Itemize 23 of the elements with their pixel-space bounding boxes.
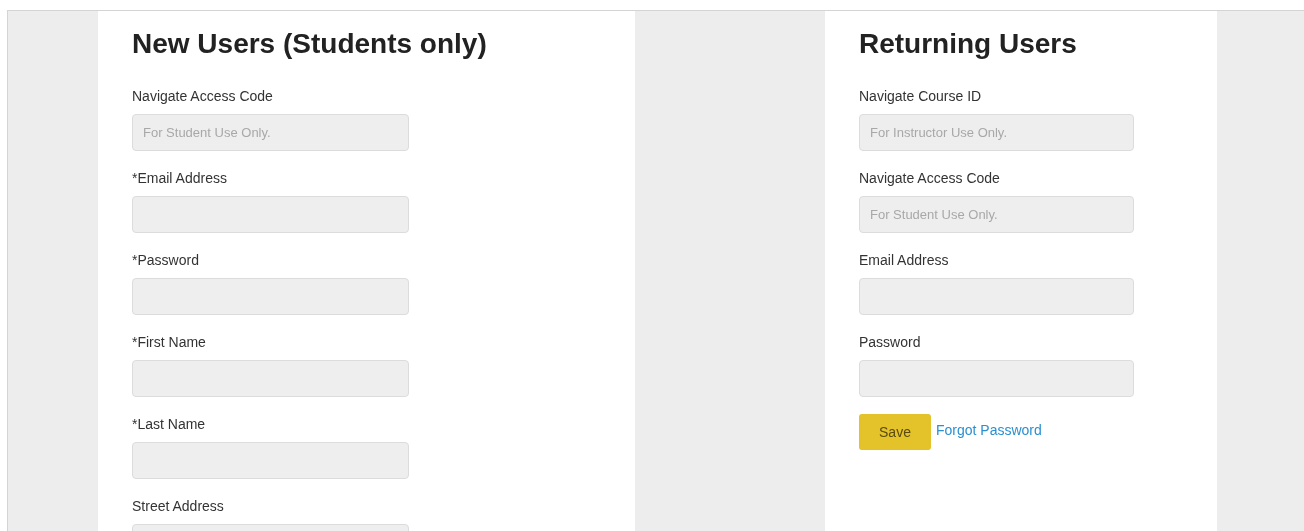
field-label: Street Address	[132, 497, 224, 516]
panel-title: New Users (Students only)	[132, 28, 488, 60]
field-label: *Last Name	[132, 415, 206, 434]
input-field[interactable]: For Student Use Only.	[859, 196, 1134, 233]
input-field[interactable]	[132, 360, 409, 397]
panel-title: Returning Users	[859, 28, 1078, 60]
input-field[interactable]	[132, 442, 409, 479]
field-label: Navigate Course ID	[859, 87, 982, 106]
field-label: *First Name	[132, 333, 206, 352]
field-label: Navigate Access Code	[132, 87, 273, 106]
field-label: Email Address	[859, 251, 949, 270]
input-field[interactable]	[132, 278, 409, 315]
save-button[interactable]: Save	[859, 414, 931, 450]
input-field[interactable]	[859, 278, 1134, 315]
field-label: Navigate Access Code	[859, 169, 1000, 188]
input-field[interactable]	[859, 360, 1134, 397]
input-field[interactable]: For Instructor Use Only.	[859, 114, 1134, 151]
field-label: *Password	[132, 251, 199, 270]
field-label: *Email Address	[132, 169, 227, 188]
input-field[interactable]	[132, 196, 409, 233]
field-label: Password	[859, 333, 921, 352]
forgot-password-link[interactable]: Forgot Password	[936, 422, 1042, 438]
input-field[interactable]: For Student Use Only.	[132, 114, 409, 151]
